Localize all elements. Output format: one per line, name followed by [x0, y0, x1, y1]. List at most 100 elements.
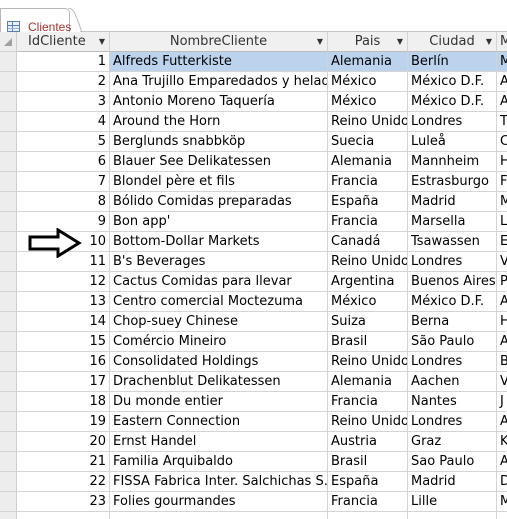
table-row[interactable]: 16 Consolidated Holdings Reino Unido Londre… — [0, 352, 507, 372]
cell-partial[interactable]: M — [497, 192, 507, 212]
table-row[interactable]: 3 Antonio Moreno Taquería México México D.F… — [0, 92, 507, 112]
cell-idcliente[interactable]: 16 — [17, 352, 110, 372]
cell-nombrecliente[interactable]: Eastern Connection — [110, 412, 328, 432]
cell-partial[interactable]: A — [497, 292, 507, 312]
table-row[interactable]: 23Folies gourmandesFranciaLilleM — [0, 492, 507, 512]
cell-partial[interactable]: D — [497, 472, 507, 492]
table-row[interactable]: 19Eastern ConnectionReino UnidoLondresA — [0, 412, 507, 432]
cell-idcliente[interactable]: 18 — [17, 392, 110, 412]
cell-pais[interactable]: Alemania — [328, 152, 408, 172]
cell-partial[interactable]: A — [497, 92, 507, 112]
cell-ciudad[interactable]: São Paulo — [408, 332, 497, 352]
cell-ciudad[interactable]: México D.F. — [408, 72, 497, 92]
column-header-ciudad[interactable]: Ciudad ▼ — [408, 32, 497, 52]
cell-nombrecliente[interactable]: Alfreds Futterkiste — [110, 52, 328, 72]
cell-pais[interactable]: México — [328, 292, 408, 312]
chevron-down-icon[interactable]: ▼ — [317, 32, 323, 51]
record-selector[interactable] — [0, 512, 17, 519]
cell-partial[interactable]: L — [497, 212, 507, 232]
record-selector[interactable] — [0, 412, 17, 432]
cell-ciudad[interactable]: Londres — [408, 252, 497, 272]
table-row[interactable]: 12 Cactus Comidas para llevar Argentina Bue… — [0, 272, 507, 292]
cell-partial[interactable]: J — [497, 392, 507, 412]
cell-pais[interactable]: Suiza — [328, 312, 408, 332]
cell-idcliente[interactable]: 3 — [17, 92, 110, 112]
cell-partial[interactable]: M — [497, 492, 507, 512]
table-row[interactable]: 13 Centro comercial Moctezuma México México… — [0, 292, 507, 312]
cell-idcliente[interactable]: 2 — [17, 72, 110, 92]
cell-pais[interactable]: Reino Unido — [328, 252, 408, 272]
record-selector[interactable] — [0, 152, 17, 172]
table-row[interactable]: 15Comércio MineiroBrasilSão PauloA — [0, 332, 507, 352]
cell-idcliente[interactable]: 12 — [17, 272, 110, 292]
cell-nombrecliente[interactable]: Berglunds snabbköp — [110, 132, 328, 152]
cell-idcliente[interactable]: 23 — [17, 492, 110, 512]
cell-empty[interactable] — [497, 512, 507, 519]
cell-partial[interactable]: B — [497, 352, 507, 372]
record-selector[interactable] — [0, 252, 17, 272]
cell-partial[interactable]: A — [497, 452, 507, 472]
cell-ciudad[interactable]: Luleå — [408, 132, 497, 152]
cell-nombrecliente[interactable]: Ernst Handel — [110, 432, 328, 452]
record-selector[interactable] — [0, 432, 17, 452]
cell-ciudad[interactable]: Sao Paulo — [408, 452, 497, 472]
table-row[interactable]: 4Around the HornReino UnidoLondresT — [0, 112, 507, 132]
cell-nombrecliente[interactable]: B's Beverages — [110, 252, 328, 272]
cell-nombrecliente[interactable]: Chop-suey Chinese — [110, 312, 328, 332]
cell-partial[interactable]: A — [497, 72, 507, 92]
cell-ciudad[interactable]: Estrasburgo — [408, 172, 497, 192]
cell-nombrecliente[interactable]: Bon app' — [110, 212, 328, 232]
cell-nombrecliente[interactable]: Consolidated Holdings — [110, 352, 328, 372]
cell-partial[interactable]: E — [497, 232, 507, 252]
table-row[interactable]: 7 Blondel père et fils Francia Estrasburgo F — [0, 172, 507, 192]
cell-empty[interactable] — [110, 512, 328, 519]
cell-ciudad[interactable]: Londres — [408, 412, 497, 432]
cell-partial[interactable]: A — [497, 412, 507, 432]
cell-pais[interactable]: Argentina — [328, 272, 408, 292]
cell-nombrecliente[interactable]: Blauer See Delikatessen — [110, 152, 328, 172]
table-row[interactable]: 21Familia ArquibaldoBrasilSao PauloA — [0, 452, 507, 472]
cell-nombrecliente[interactable]: Bottom-Dollar Markets — [110, 232, 328, 252]
cell-idcliente[interactable]: 14 — [17, 312, 110, 332]
cell-partial[interactable]: F — [497, 172, 507, 192]
cell-pais[interactable]: México — [328, 72, 408, 92]
record-selector[interactable] — [0, 272, 17, 292]
cell-nombrecliente[interactable]: Du monde entier — [110, 392, 328, 412]
record-selector[interactable] — [0, 132, 17, 152]
chevron-down-icon[interactable]: ▼ — [99, 32, 105, 51]
record-selector[interactable] — [0, 472, 17, 492]
cell-pais[interactable]: Austria — [328, 432, 408, 452]
cell-empty[interactable] — [408, 512, 497, 519]
record-selector[interactable] — [0, 492, 17, 512]
table-row[interactable]: 1Alfreds FutterkisteAlemaniaBerlínM — [0, 52, 507, 72]
cell-partial[interactable]: V — [497, 372, 507, 392]
record-selector[interactable] — [0, 332, 17, 352]
cell-ciudad[interactable]: Berna — [408, 312, 497, 332]
column-header-idcliente[interactable]: IdCliente ▼ — [17, 32, 110, 52]
table-row[interactable]: 8Bólido Comidas preparadasEspañaMadridM — [0, 192, 507, 212]
cell-nombrecliente[interactable]: Bólido Comidas preparadas — [110, 192, 328, 212]
cell-idcliente[interactable]: 1 — [17, 52, 110, 72]
cell-idcliente[interactable]: 4 — [17, 112, 110, 132]
cell-idcliente[interactable]: 5 — [17, 132, 110, 152]
cell-ciudad[interactable]: Aachen — [408, 372, 497, 392]
cell-pais[interactable]: Reino Unido — [328, 412, 408, 432]
cell-pais[interactable]: Suecia — [328, 132, 408, 152]
column-header-partial[interactable]: M — [497, 32, 507, 52]
cell-nombrecliente[interactable]: Folies gourmandes — [110, 492, 328, 512]
cell-pais[interactable]: Francia — [328, 212, 408, 232]
chevron-down-icon[interactable]: ▼ — [397, 32, 403, 51]
cell-partial[interactable]: M — [497, 52, 507, 72]
record-selector[interactable] — [0, 312, 17, 332]
column-header-pais[interactable]: Pais ▼ — [328, 32, 408, 52]
cell-ciudad[interactable]: Madrid — [408, 192, 497, 212]
column-header-nombrecliente[interactable]: NombreCliente ▼ — [110, 32, 328, 52]
cell-idcliente[interactable]: 7 — [17, 172, 110, 192]
table-row[interactable]: 14Chop-suey ChineseSuizaBernaH — [0, 312, 507, 332]
cell-ciudad[interactable]: Madrid — [408, 472, 497, 492]
cell-partial[interactable]: K — [497, 432, 507, 452]
cell-pais[interactable]: Reino Unido — [328, 112, 408, 132]
record-selector[interactable] — [0, 92, 17, 112]
cell-ciudad[interactable]: Lille — [408, 492, 497, 512]
cell-ciudad[interactable]: Nantes — [408, 392, 497, 412]
